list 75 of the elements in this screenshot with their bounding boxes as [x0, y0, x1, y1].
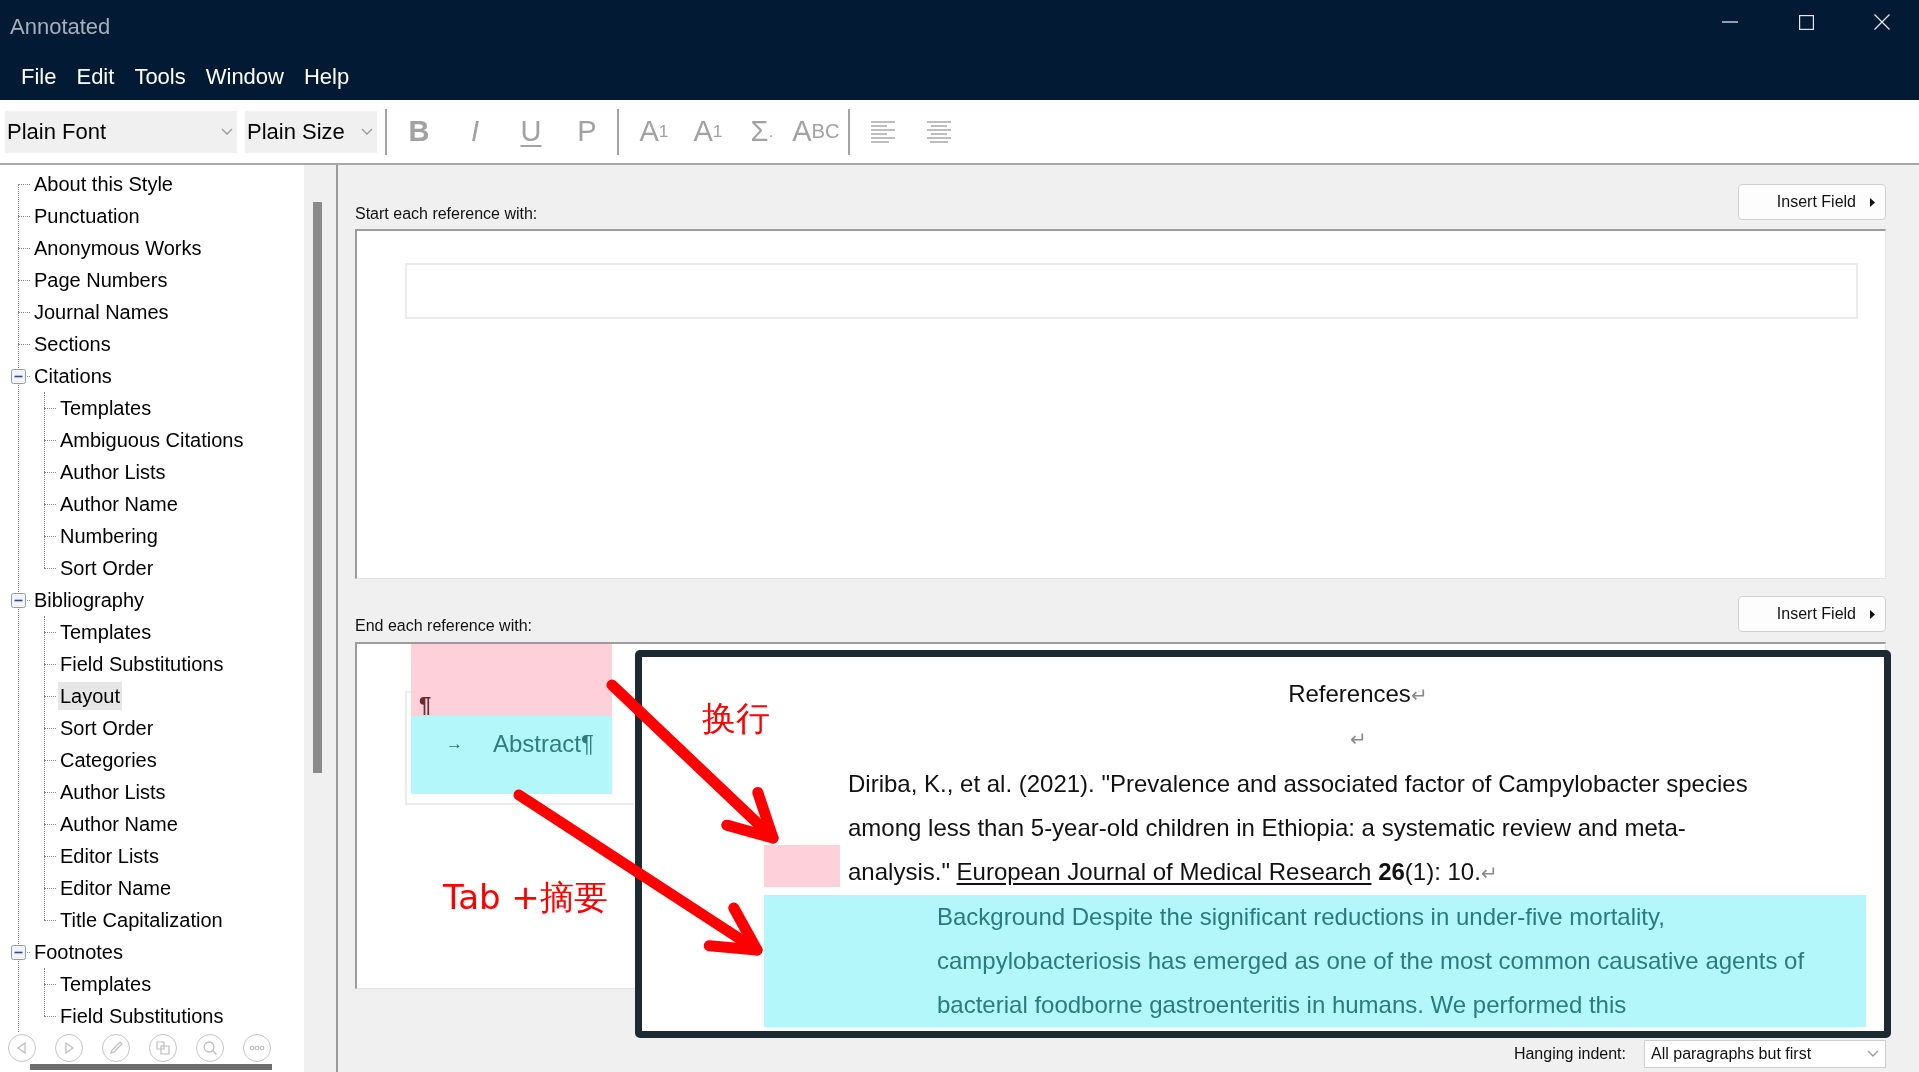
annotation-label: Tab +摘要: [443, 876, 608, 918]
tree-item[interactable]: Footnotes: [32, 938, 125, 966]
collapse-icon[interactable]: [11, 592, 26, 608]
tree-item[interactable]: Field Substitutions: [58, 1002, 226, 1030]
tree-item[interactable]: Journal Names: [32, 298, 171, 326]
menu-item[interactable]: Help: [294, 60, 360, 94]
align-center-icon: [927, 120, 951, 143]
collapse-icon[interactable]: [11, 944, 26, 960]
collapse-icon[interactable]: [11, 368, 26, 384]
tree-item[interactable]: Templates: [58, 970, 154, 998]
tree-item[interactable]: Sort Order: [58, 554, 156, 582]
abstract-text: Background Despite the significant reductions in under-five mortality, campylobacteriosis has emerged as one of the most common causative agents of bacterial foodborne gastroenteritis in humans. We performed this: [937, 902, 1806, 1020]
references-heading: References↵: [1287, 679, 1429, 709]
tree-item[interactable]: Editor Name: [58, 874, 174, 902]
tree-item[interactable]: Anonymous Works: [32, 234, 204, 262]
caret-icon: [1870, 197, 1875, 207]
tree-item[interactable]: Author Lists: [58, 458, 168, 486]
tree-item[interactable]: Field Substitutions: [58, 650, 226, 678]
insert-field-button[interactable]: Insert Field: [1738, 184, 1886, 220]
chevron-down-icon: [361, 127, 373, 136]
previous-button[interactable]: [8, 1034, 36, 1062]
tree-item[interactable]: About this Style: [32, 170, 175, 198]
field-label: Hanging indent:: [1513, 1045, 1626, 1063]
field-label: End each reference with:: [355, 616, 532, 636]
menu-item[interactable]: File: [11, 60, 67, 94]
tree-item[interactable]: Bibliography: [32, 586, 147, 614]
tree-item[interactable]: Ambiguous Citations: [58, 426, 246, 454]
chevron-down-icon: [1867, 1050, 1879, 1058]
tree-item[interactable]: Author Lists: [58, 778, 168, 806]
window-title: Annotated: [9, 13, 112, 41]
search-icon: [202, 1040, 218, 1056]
field-label: Start each reference with:: [355, 204, 538, 224]
menu-item[interactable]: Window: [195, 60, 294, 94]
chevron-down-icon: [221, 127, 233, 136]
minimize-icon: [1722, 21, 1738, 23]
close-icon: [1873, 14, 1890, 30]
tree-item[interactable]: Page Numbers: [32, 266, 170, 294]
input-field[interactable]: ¶ → Abstract¶: [405, 644, 634, 805]
more-button[interactable]: [243, 1034, 271, 1062]
tree-item[interactable]: Sort Order: [58, 714, 156, 742]
tree-item[interactable]: Editor Lists: [58, 842, 161, 870]
tree-item[interactable]: Numbering: [58, 522, 160, 550]
menu-item[interactable]: Edit: [66, 60, 125, 94]
reference-entry: Diriba, K., et al. (2021). "Prevalence and associated factor of Campylobacter species among less than 5-year-old children in Ethiopia: a systematic review and meta-analysis." European Journal of Medical Research 26(1): 10.↵: [848, 769, 1749, 887]
tree-item[interactable]: Punctuation: [32, 202, 142, 230]
tree-item[interactable]: Author Name: [58, 810, 180, 838]
paragraph-mark: ¶: [419, 693, 432, 717]
slides-button[interactable]: [149, 1034, 177, 1062]
tree-item[interactable]: Templates: [58, 618, 154, 646]
tree-item[interactable]: Title Capitalization: [58, 906, 225, 934]
pen-icon: [108, 1040, 124, 1056]
tree-item[interactable]: Layout: [58, 682, 123, 710]
tab-mark: →: [446, 733, 463, 755]
horizontal-scrollbar[interactable]: [30, 1064, 272, 1070]
menu-item[interactable]: Tools: [124, 60, 196, 94]
vertical-scrollbar[interactable]: [313, 202, 322, 773]
tree-item[interactable]: Categories: [58, 746, 159, 774]
insert-field-button[interactable]: Insert Field: [1738, 596, 1886, 632]
annotation-label: 换行: [702, 697, 770, 739]
zoom-button[interactable]: [196, 1034, 224, 1062]
return-mark: ↵: [1349, 727, 1367, 751]
caret-icon: [1870, 609, 1875, 619]
tree-item[interactable]: Citations: [32, 362, 114, 390]
field-text: Abstract¶: [493, 730, 594, 758]
align-left-icon: [871, 120, 895, 143]
pen-button[interactable]: [102, 1034, 130, 1062]
next-button[interactable]: [55, 1034, 83, 1062]
tree-item[interactable]: Sections: [32, 330, 113, 358]
font-dropdown[interactable]: Plain Font: [5, 110, 237, 153]
size-dropdown[interactable]: Plain Size: [245, 110, 377, 153]
tree-item[interactable]: Author Name: [58, 490, 180, 518]
maximize-icon: [1798, 14, 1814, 30]
squares-icon: [155, 1040, 171, 1056]
tree-item[interactable]: Templates: [58, 394, 154, 422]
hanging-indent-dropdown[interactable]: All paragraphs but first: [1644, 1040, 1886, 1068]
